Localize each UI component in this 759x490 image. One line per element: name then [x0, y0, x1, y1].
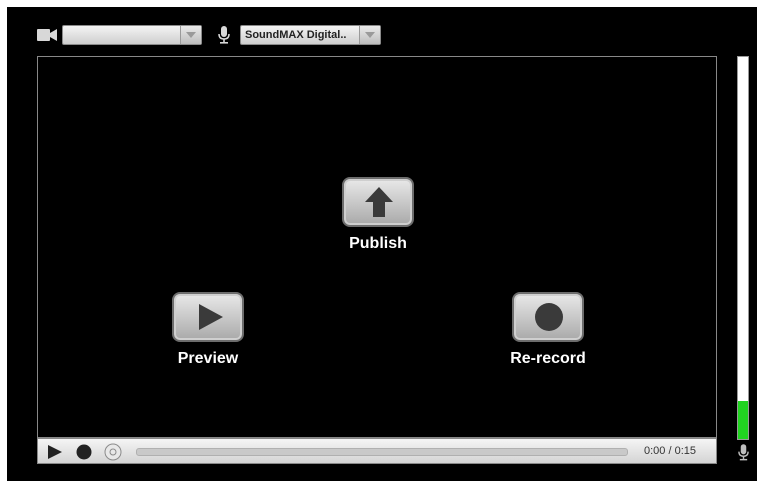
- scrubber-handle[interactable]: [104, 443, 122, 461]
- microphone-icon: [738, 444, 749, 461]
- rerecord-label: Re-record: [510, 350, 586, 367]
- publish-action: Publish: [318, 177, 438, 253]
- time-display: 0:00 / 0:15: [644, 445, 696, 457]
- microphone-icon: [218, 26, 230, 44]
- audio-level-fill: [738, 400, 748, 439]
- preview-button[interactable]: [172, 292, 244, 342]
- publish-button[interactable]: [342, 177, 414, 227]
- play-icon[interactable]: [48, 445, 62, 459]
- chevron-down-icon[interactable]: [359, 26, 380, 44]
- microphone-select[interactable]: SoundMAX Digital..: [240, 25, 381, 45]
- record-icon[interactable]: [76, 444, 92, 460]
- preview-action: Preview: [148, 292, 268, 368]
- preview-label: Preview: [177, 350, 239, 367]
- camera-icon: [37, 29, 57, 41]
- microphone-select-value: SoundMAX Digital..: [245, 29, 347, 41]
- record-icon: [535, 303, 563, 331]
- camera-select[interactable]: [62, 25, 202, 45]
- video-recorder: SoundMAX Digital.. Publish Preview Re-re…: [7, 7, 757, 481]
- rerecord-button[interactable]: [512, 292, 584, 342]
- chevron-down-icon[interactable]: [180, 26, 201, 44]
- publish-label: Publish: [349, 235, 407, 252]
- upload-arrow-icon: [365, 187, 393, 217]
- audio-level-meter: [737, 56, 749, 440]
- progress-track[interactable]: [136, 448, 628, 456]
- play-icon: [199, 304, 223, 330]
- playback-controls: 0:00 / 0:15: [37, 438, 717, 464]
- rerecord-action: Re-record: [488, 292, 608, 368]
- video-viewport: Publish Preview Re-record: [37, 56, 717, 438]
